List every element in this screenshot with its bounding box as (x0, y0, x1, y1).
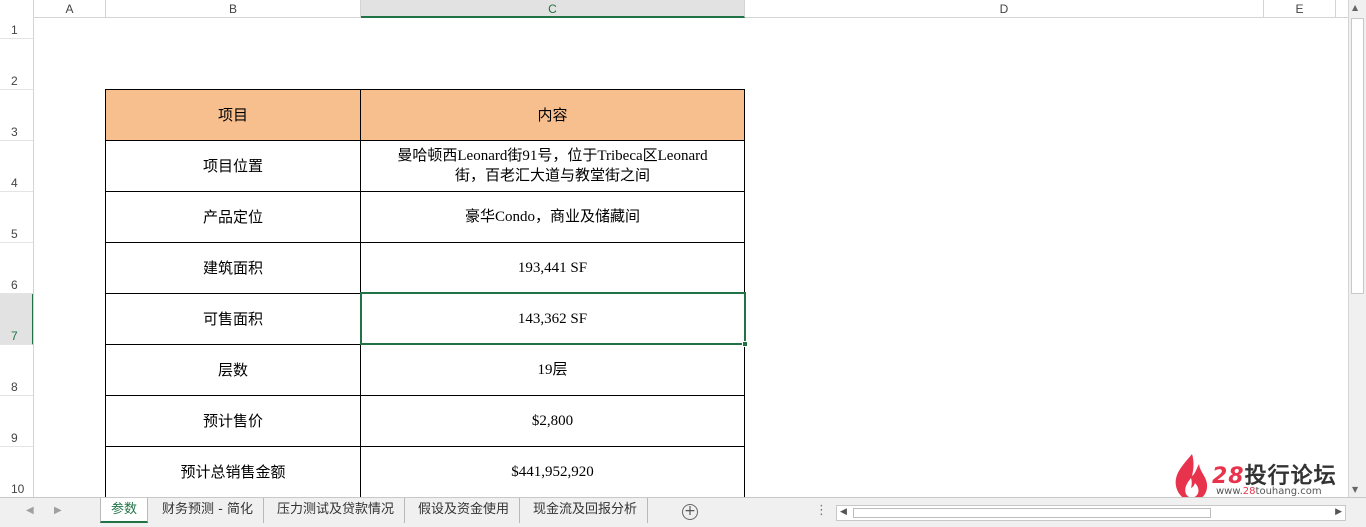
row-header-10[interactable]: 10 (0, 447, 33, 497)
fill-handle[interactable] (742, 341, 748, 347)
logo-url-suffix: touhang.com (1255, 486, 1322, 497)
cell-value[interactable]: 193,441 SF (360, 242, 745, 294)
horizontal-scrollbar[interactable]: ◀ ▶ (836, 505, 1346, 521)
cell-key[interactable]: 产品定位 (105, 191, 361, 243)
table-row: 预计售价 $2,800 (105, 395, 745, 447)
column-header-e[interactable]: E (1264, 0, 1336, 18)
row-header-bar: 1 2 3 4 5 6 7 8 9 10 (0, 18, 34, 497)
scroll-down-icon[interactable]: ▼ (1352, 485, 1358, 494)
flame-icon (1175, 454, 1208, 501)
row-header-7[interactable]: 7 (0, 294, 33, 345)
tab-params[interactable]: 参数 (100, 498, 149, 523)
cell-value-selected[interactable]: 143,362 SF (360, 293, 745, 345)
select-all-corner[interactable] (0, 0, 34, 18)
cell-key[interactable]: 预计售价 (105, 395, 361, 447)
row-header-1[interactable]: 1 (0, 18, 33, 39)
cell-value[interactable]: 19层 (360, 344, 745, 396)
table-row: 产品定位 豪华Condo，商业及储藏间 (105, 191, 745, 243)
row-header-9[interactable]: 9 (0, 396, 33, 447)
cell-value-line: 曼哈顿西Leonard街91号，位于Tribeca区Leonard (397, 148, 708, 164)
header-cell-content[interactable]: 内容 (360, 89, 745, 141)
cell-value[interactable]: $441,952,920 (360, 446, 745, 497)
row-header-4[interactable]: 4 (0, 141, 33, 192)
row-header-3[interactable]: 3 (0, 90, 33, 141)
plus-circle-icon[interactable]: + (682, 504, 698, 520)
row-header-5[interactable]: 5 (0, 192, 33, 243)
vertical-ellipsis-icon[interactable]: ⋮ (815, 503, 828, 518)
cell-grid[interactable]: 项目 内容 项目位置 曼哈顿西Leonard街91号，位于Tribeca区Leo… (34, 18, 1348, 497)
scroll-right-icon[interactable]: ▶ (1335, 507, 1342, 517)
cell-key[interactable]: 预计总销售金额 (105, 446, 361, 497)
cell-key[interactable]: 可售面积 (105, 293, 361, 345)
table-row: 预计总销售金额 $441,952,920 (105, 446, 745, 497)
sheet-tab-bar: ◀ ▶ 参数 财务预测 - 简化 压力测试及贷款情况 假设及资金使用 现金流及回… (0, 497, 1366, 527)
logo-url-number: 28 (1242, 486, 1256, 497)
table-row: 建筑面积 193,441 SF (105, 242, 745, 294)
table-row: 项目位置 曼哈顿西Leonard街91号，位于Tribeca区Leonard 街… (105, 140, 745, 192)
cell-key[interactable]: 层数 (105, 344, 361, 396)
tab-financial-forecast[interactable]: 财务预测 - 简化 (152, 498, 264, 523)
cell-value-line: 街，百老汇大道与教堂街之间 (454, 168, 650, 184)
vertical-scroll-thumb[interactable] (1351, 18, 1364, 294)
project-parameters-table: 项目 内容 项目位置 曼哈顿西Leonard街91号，位于Tribeca区Leo… (105, 89, 745, 497)
logo-url-prefix: www. (1216, 486, 1243, 497)
row-header-2[interactable]: 2 (0, 39, 33, 90)
triangle-left-icon[interactable]: ◀ (26, 505, 34, 516)
column-header-a[interactable]: A (34, 0, 106, 18)
cell-key[interactable]: 项目位置 (105, 140, 361, 192)
column-header-d[interactable]: D (745, 0, 1264, 18)
horizontal-scroll-thumb[interactable] (853, 508, 1211, 518)
column-header-c[interactable]: C (361, 0, 745, 18)
cell-value[interactable]: 豪华Condo，商业及储藏间 (360, 191, 745, 243)
header-cell-item[interactable]: 项目 (105, 89, 361, 141)
triangle-right-icon[interactable]: ▶ (54, 505, 62, 516)
cell-key[interactable]: 建筑面积 (105, 242, 361, 294)
table-row: 可售面积 143,362 SF (105, 293, 745, 345)
scroll-up-icon[interactable]: ▲ (1352, 3, 1358, 12)
cell-value[interactable]: 曼哈顿西Leonard街91号，位于Tribeca区Leonard 街，百老汇大… (360, 140, 745, 192)
cell-value[interactable]: $2,800 (360, 395, 745, 447)
tab-cashflow[interactable]: 现金流及回报分析 (523, 498, 649, 523)
tab-assumptions[interactable]: 假设及资金使用 (408, 498, 521, 523)
table-header-row: 项目 内容 (105, 89, 745, 141)
logo-url: www.28touhang.com (1216, 486, 1322, 497)
tab-stress-test[interactable]: 压力测试及贷款情况 (267, 498, 406, 523)
scroll-left-icon[interactable]: ◀ (840, 507, 847, 517)
touhang-logo: 28投行论坛 www.28touhang.com (1172, 452, 1342, 502)
column-header-bar: A B C D E (0, 0, 1348, 18)
row-header-6[interactable]: 6 (0, 243, 33, 294)
row-header-8[interactable]: 8 (0, 345, 33, 396)
table-row: 层数 19层 (105, 344, 745, 396)
vertical-scrollbar[interactable]: ▲ ▼ (1348, 0, 1366, 497)
column-header-b[interactable]: B (106, 0, 361, 18)
